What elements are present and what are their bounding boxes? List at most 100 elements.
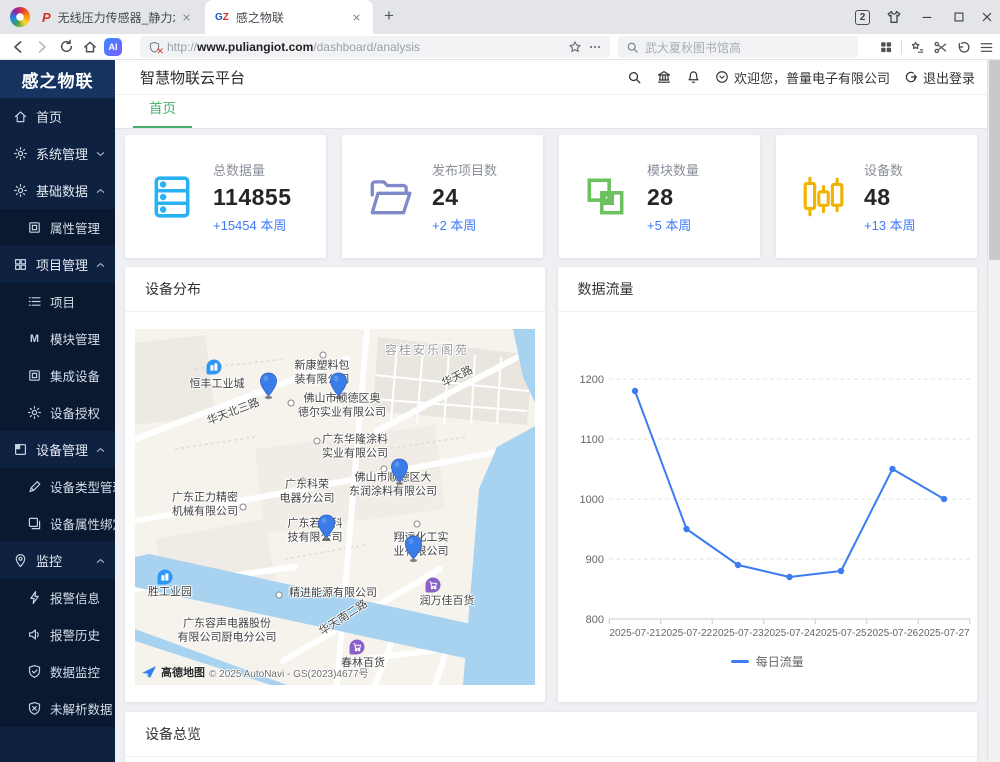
forward-button[interactable]: [30, 36, 54, 58]
sidebar-item-10[interactable]: 设备类型管理: [0, 468, 115, 505]
svg-text:1100: 1100: [581, 434, 605, 446]
more-options-icon[interactable]: [588, 40, 602, 54]
bank-icon[interactable]: [656, 69, 672, 85]
chevron-up-icon: [96, 188, 105, 194]
svg-text:M: M: [30, 333, 39, 345]
favorites-list-icon[interactable]: [910, 40, 925, 55]
menu-icon[interactable]: [979, 40, 994, 55]
browser-tab-2[interactable]: GZ 感之物联: [205, 0, 373, 34]
dashboard-content: 总数据量114855+15454 本周发布项目数24+2 本周模块数量28+5 …: [115, 129, 987, 762]
tab-home[interactable]: 首页: [133, 97, 192, 128]
tab2-close-icon[interactable]: [349, 13, 363, 22]
sidebar-item-label: 系统管理: [36, 144, 88, 163]
sidebar-item-9[interactable]: 设备管理: [0, 431, 115, 468]
s-pin-icon: [13, 553, 28, 568]
tab1-close-icon[interactable]: [182, 13, 192, 22]
sidebar-item-5[interactable]: 项目: [0, 283, 115, 320]
sidebar-item-12[interactable]: 监控: [0, 542, 115, 579]
device-distribution-title: 设备分布: [125, 267, 545, 312]
welcome-user[interactable]: 欢迎您，普量电子有限公司: [715, 68, 890, 87]
logout-button[interactable]: 退出登录: [904, 68, 975, 87]
sidebar-item-label: 项目: [50, 292, 75, 311]
map-poi-dot: [276, 592, 283, 599]
device-marker[interactable]: [390, 458, 409, 491]
device-distribution-map[interactable]: 新康塑料包装有限公司容桂安乐阁苑恒丰工业城佛山市顺德区奥德尔实业有限公司广东华隆…: [135, 329, 535, 685]
sidebar-item-14[interactable]: 报警历史: [0, 616, 115, 653]
header-search-icon[interactable]: [627, 70, 642, 85]
mall-cart-icon[interactable]: [350, 640, 365, 655]
map-label: 容桂安乐阁苑: [385, 343, 469, 359]
sidebar-item-15[interactable]: 数据监控: [0, 653, 115, 690]
map-label: 恒丰工业城: [190, 377, 245, 391]
s-spk-icon: [27, 627, 42, 642]
stat-delta: +5 本周: [647, 215, 699, 234]
browser-search-box[interactable]: 武大夏秋图书馆高: [618, 36, 858, 58]
theme-shirt-icon[interactable]: [886, 0, 902, 34]
s-doc-icon: [27, 220, 42, 235]
stat-value: 48: [864, 184, 916, 211]
sidebar-item-11[interactable]: 设备属性绑定: [0, 505, 115, 542]
chevron-up-icon: [96, 558, 105, 564]
sidebar-item-label: 基础数据: [36, 181, 88, 200]
sidebar-item-4[interactable]: 项目管理: [0, 246, 115, 283]
close-button[interactable]: [980, 0, 994, 34]
building-poi-icon[interactable]: [158, 570, 173, 585]
site-security-shield-icon[interactable]: ✕: [148, 41, 161, 54]
apps-grid-icon[interactable]: [879, 40, 893, 54]
chevron-up-icon: [96, 447, 105, 453]
back-button[interactable]: [6, 36, 30, 58]
sidebar-item-2[interactable]: 基础数据: [0, 172, 115, 209]
chevron-down-icon: [96, 151, 105, 157]
chart-legend[interactable]: 每日流量: [731, 653, 804, 670]
screenshot-scissors-icon[interactable]: [933, 40, 948, 55]
address-bar[interactable]: ✕ http://www.puliangiot.com/dashboard/an…: [140, 36, 610, 58]
stat-value: 24: [432, 184, 497, 211]
device-marker[interactable]: [317, 514, 336, 547]
sidebar-item-3[interactable]: 属性管理: [0, 209, 115, 246]
undo-icon[interactable]: [956, 40, 971, 55]
page-scrollbar[interactable]: [987, 60, 1000, 762]
maximize-button[interactable]: [952, 0, 966, 34]
browser-logo-icon[interactable]: [10, 7, 30, 27]
tab-count-badge[interactable]: 2: [855, 0, 870, 34]
stat-delta: +15454 本周: [213, 215, 291, 234]
url-text[interactable]: http://www.puliangiot.com/dashboard/anal…: [167, 40, 562, 54]
device-marker[interactable]: [329, 372, 348, 405]
map-copyright: © 2025 AutoNavi - GS(2023)4677号: [209, 665, 369, 680]
s-bolt-icon: [27, 590, 42, 605]
svg-text:2025-07-21: 2025-07-21: [610, 628, 662, 639]
sidebar-item-7[interactable]: 集成设备: [0, 357, 115, 394]
notification-bell-icon[interactable]: [686, 70, 701, 85]
minimize-button[interactable]: [920, 0, 934, 34]
ai-assistant-button[interactable]: AI: [104, 38, 122, 56]
browser-tab-1[interactable]: P 无线压力传感器_静力水准仪_: [32, 0, 202, 34]
svg-text:2025-07-26: 2025-07-26: [867, 628, 919, 639]
map-label: 广东华隆涂料实业有限公司: [322, 433, 388, 462]
stat-card-3: 设备数48+13 本周: [776, 135, 977, 258]
home-button[interactable]: [78, 36, 102, 58]
map-label: 广东科荣电器分公司: [280, 478, 335, 507]
sidebar-item-8[interactable]: 设备授权: [0, 394, 115, 431]
device-marker[interactable]: [259, 372, 278, 405]
scrollbar-thumb[interactable]: [989, 60, 1000, 260]
amap-logo-icon: [141, 665, 157, 679]
sidebar-item-0[interactable]: 首页: [0, 98, 115, 135]
sidebar-item-13[interactable]: 报警信息: [0, 579, 115, 616]
sidebar-item-6[interactable]: M模块管理: [0, 320, 115, 357]
sidebar-item-label: 属性管理: [50, 218, 100, 237]
reload-button[interactable]: [54, 36, 78, 58]
mall-cart-icon[interactable]: [426, 578, 441, 593]
s-doc-icon: [27, 368, 42, 383]
building-poi-icon[interactable]: [207, 360, 222, 375]
new-tab-button[interactable]: +: [378, 5, 400, 27]
tab2-title: 感之物联: [236, 9, 284, 26]
logout-icon: [904, 70, 918, 84]
device-marker[interactable]: [404, 535, 423, 568]
sidebar-item-1[interactable]: 系统管理: [0, 135, 115, 172]
sidebar-item-16[interactable]: 未解析数据: [0, 690, 115, 727]
app-logo[interactable]: 感之物联: [0, 60, 115, 98]
user-circle-icon: [715, 70, 729, 84]
sidebar-item-label: 设备属性绑定: [50, 514, 125, 533]
s-m-icon: M: [27, 331, 42, 346]
bookmark-star-icon[interactable]: [568, 40, 582, 54]
